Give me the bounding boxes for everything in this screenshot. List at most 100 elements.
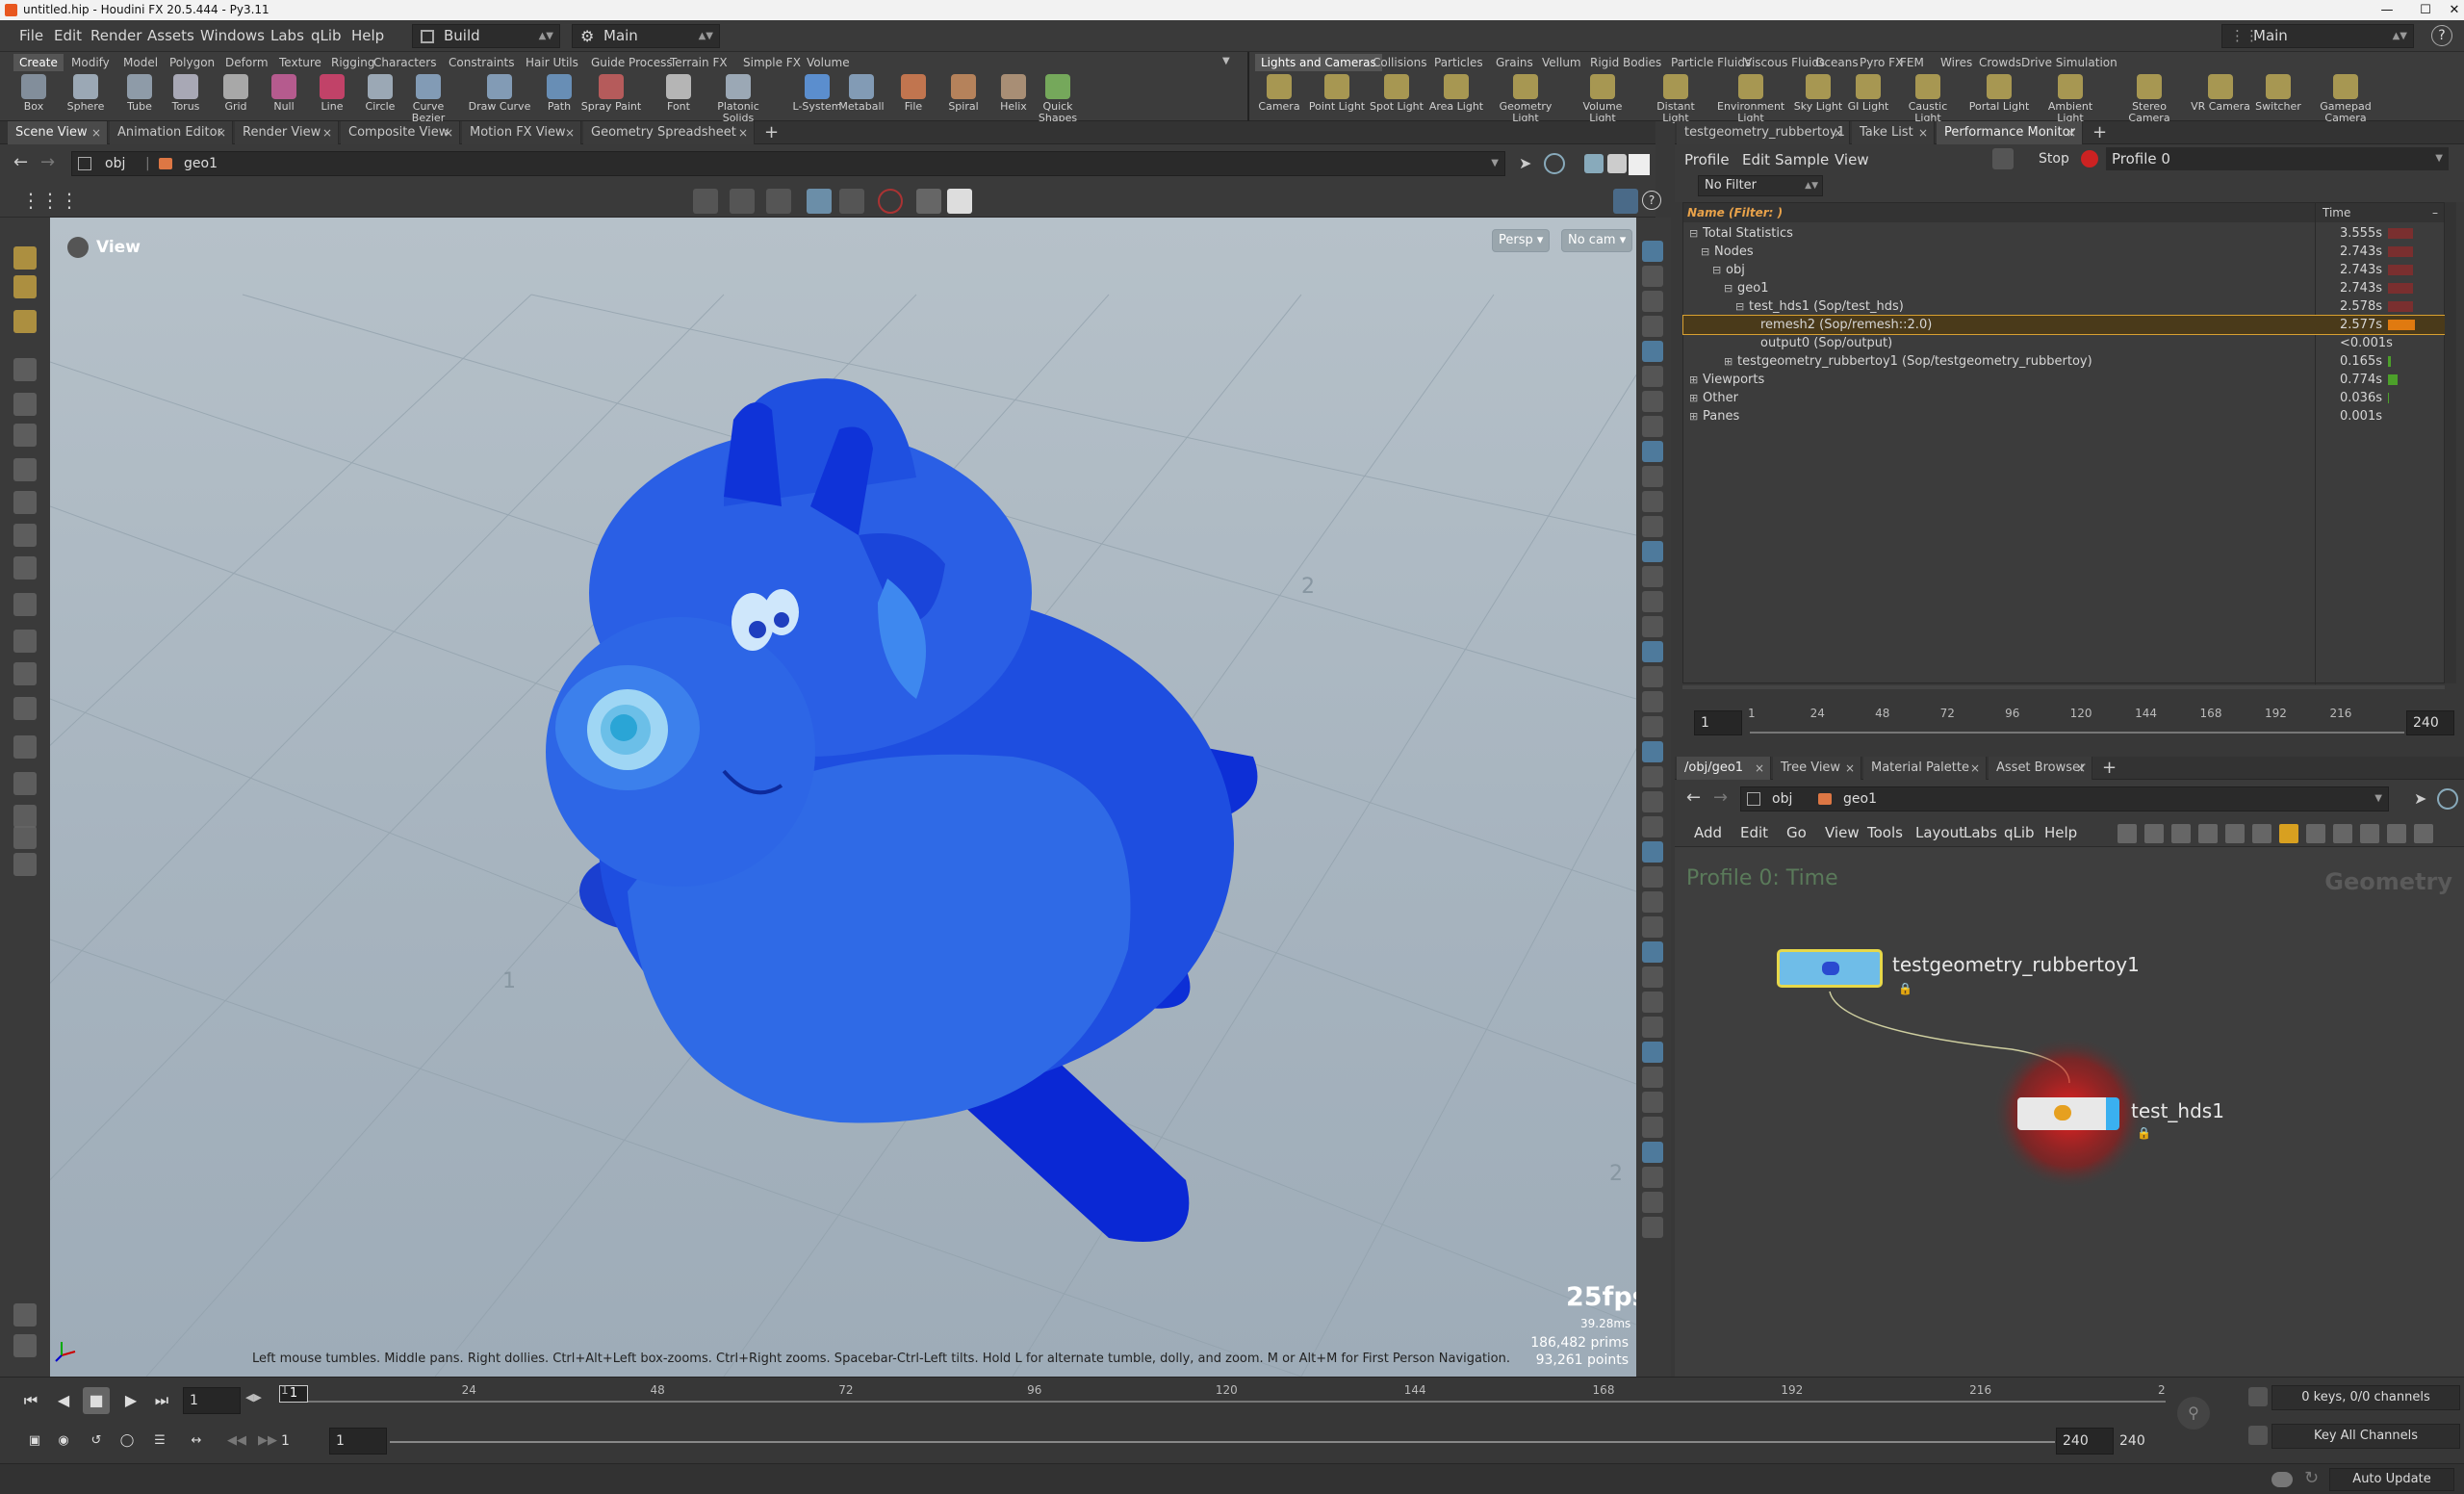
expand-toggle-icon[interactable]: ⊞ bbox=[1724, 352, 1732, 371]
scale-icon[interactable] bbox=[13, 556, 37, 580]
select-arrow-icon[interactable] bbox=[13, 358, 37, 381]
tab-asset-browser[interactable]: Asset Browser × bbox=[1989, 757, 2092, 780]
maximize-pane-icon[interactable] bbox=[1629, 154, 1650, 175]
path-root[interactable]: obj bbox=[105, 152, 125, 175]
dolly-icon[interactable] bbox=[766, 189, 791, 214]
shelf-tab-simple-fx[interactable]: Simple FX bbox=[737, 54, 807, 71]
menu-file[interactable]: File bbox=[19, 27, 43, 44]
select-all-icon[interactable] bbox=[13, 735, 37, 759]
expand-toggle-icon[interactable]: ⊞ bbox=[1689, 371, 1698, 389]
jump-start-icon[interactable]: ⏮ bbox=[17, 1387, 44, 1414]
rubber-toy-model[interactable] bbox=[546, 378, 1258, 1242]
close-tab-icon[interactable]: × bbox=[217, 121, 226, 144]
display-option-icon[interactable] bbox=[1642, 566, 1663, 587]
shelf-tab-deform[interactable]: Deform bbox=[219, 54, 274, 71]
shelf-tab-modify[interactable]: Modify bbox=[65, 54, 116, 71]
shelf-tab-hair-utils[interactable]: Hair Utils bbox=[520, 54, 584, 71]
right-context-selector[interactable]: ⋮⋮ Main ▲▼ bbox=[2221, 24, 2414, 48]
stop-render-icon[interactable] bbox=[878, 189, 903, 214]
current-frame-field[interactable]: 1 bbox=[183, 1387, 241, 1414]
net-path-root[interactable]: obj bbox=[1772, 787, 1792, 811]
tab-scene-view[interactable]: Scene View × bbox=[8, 121, 108, 144]
display-option-icon[interactable] bbox=[1642, 1167, 1663, 1188]
display-option-icon[interactable] bbox=[1642, 791, 1663, 812]
table-row[interactable]: ⊞ Other 0.036s bbox=[1683, 389, 2446, 407]
stop-profile-button[interactable]: Stop bbox=[2039, 151, 2069, 167]
shelf-tab-drive-simulation[interactable]: Drive Simulation bbox=[2015, 54, 2123, 71]
profile-selector[interactable]: Profile 0 ▼ bbox=[2106, 147, 2449, 170]
pan-icon[interactable] bbox=[730, 189, 755, 214]
desktop-selector[interactable]: Build ▲▼ bbox=[412, 24, 560, 48]
range-start-field[interactable]: 1 bbox=[329, 1428, 387, 1455]
next-key-icon[interactable]: ▶▶ bbox=[258, 1433, 277, 1448]
tab-animation-editor[interactable]: Animation Editor × bbox=[110, 121, 233, 144]
table-row[interactable]: ⊟ test_hds1 (Sop/test_hds) 2.578s bbox=[1683, 297, 2446, 316]
shelf-tool-geometry-light[interactable]: Geometry Light bbox=[1492, 74, 1559, 124]
node-testgeometry-rubbertoy[interactable] bbox=[1777, 949, 1883, 988]
node1-lock-icon[interactable]: 🔒 bbox=[1898, 982, 1912, 995]
paint-alt-icon[interactable] bbox=[13, 310, 37, 333]
prev-key-icon[interactable]: ◀◀ bbox=[227, 1433, 246, 1448]
close-tab-icon[interactable]: × bbox=[322, 121, 332, 144]
shelf-tool-gamepad-camera[interactable]: Gamepad Camera bbox=[2312, 74, 2379, 124]
window-icon[interactable] bbox=[1607, 154, 1627, 173]
close-tab-icon[interactable]: × bbox=[1755, 757, 1764, 780]
close-tab-icon[interactable]: × bbox=[1918, 121, 1928, 144]
realtime-icon[interactable]: ▣ bbox=[21, 1428, 48, 1455]
jump-end-icon[interactable]: ⏭ bbox=[148, 1387, 175, 1414]
table-row[interactable]: ⊞ testgeometry_rubbertoy1 (Sop/testgeomet… bbox=[1683, 352, 2446, 371]
shelf-tool-caustic-light[interactable]: Caustic Light bbox=[1894, 74, 1962, 124]
loop-icon[interactable] bbox=[13, 630, 37, 653]
slider-start-field[interactable]: 1 bbox=[1694, 710, 1742, 735]
expand-toggle-icon[interactable]: ⊞ bbox=[1689, 389, 1698, 407]
menu-edit[interactable]: Edit bbox=[54, 27, 82, 44]
key-step-icon[interactable]: ↔ bbox=[183, 1428, 210, 1455]
display-option-icon[interactable] bbox=[1642, 866, 1663, 888]
shelf-tool-draw-curve[interactable]: Draw Curve bbox=[466, 74, 533, 113]
shelf-tool-ambient-light[interactable]: Ambient Light bbox=[2037, 74, 2104, 124]
display-option-icon[interactable] bbox=[1642, 691, 1663, 712]
shading-icon[interactable] bbox=[807, 189, 832, 214]
shelf-tab-rigid-bodies[interactable]: Rigid Bodies bbox=[1584, 54, 1667, 71]
camera-view-icon[interactable] bbox=[916, 189, 941, 214]
shelf-tab-wires[interactable]: Wires bbox=[1935, 54, 1978, 71]
range-slider[interactable] bbox=[390, 1441, 2055, 1443]
net-path-field[interactable]: obj geo1 ▼ bbox=[1740, 786, 2389, 811]
magnet-icon[interactable] bbox=[13, 662, 37, 685]
network-tool-icon[interactable] bbox=[2414, 824, 2433, 843]
viewport-canvas[interactable]: 2 1 1 2 bbox=[50, 218, 1636, 1377]
context-selector[interactable]: ⚙ Main ▲▼ bbox=[572, 24, 720, 48]
key-icon[interactable] bbox=[2248, 1426, 2268, 1445]
network-editor[interactable]: Profile 0: Time Geometry testgeometry_ru… bbox=[1675, 847, 2464, 1377]
audio-icon[interactable]: ◉ bbox=[50, 1428, 77, 1455]
network-tool-icon[interactable] bbox=[2171, 824, 2191, 843]
morph-icon[interactable] bbox=[13, 805, 37, 828]
stop-icon[interactable]: ■ bbox=[83, 1387, 110, 1414]
display-option-icon[interactable] bbox=[1642, 666, 1663, 687]
net-menu-edit[interactable]: Edit bbox=[1740, 824, 1768, 841]
add-tab-icon[interactable]: + bbox=[764, 121, 779, 144]
shelf-tool-distant-light[interactable]: Distant Light bbox=[1642, 74, 1709, 124]
tab-performance-monitor[interactable]: Performance Monitor × bbox=[1937, 121, 2083, 144]
display-options-icon[interactable] bbox=[947, 189, 972, 214]
slider-track[interactable] bbox=[1750, 732, 2404, 734]
tab-tree-view[interactable]: Tree View × bbox=[1773, 757, 1861, 780]
display-option-icon[interactable] bbox=[1642, 541, 1663, 562]
display-option-icon[interactable] bbox=[1642, 441, 1663, 462]
time-column-header[interactable]: Time bbox=[2323, 203, 2350, 222]
display-option-icon[interactable] bbox=[1642, 966, 1663, 988]
shelf-tab-particles[interactable]: Particles bbox=[1428, 54, 1489, 71]
display-option-icon[interactable] bbox=[1642, 841, 1663, 863]
shelf-tool-curve-bezier[interactable]: Curve Bezier bbox=[395, 74, 462, 124]
display-option-icon[interactable] bbox=[1642, 992, 1663, 1013]
display-option-icon[interactable] bbox=[1642, 716, 1663, 737]
tab-motion-fx-view[interactable]: Motion FX View × bbox=[462, 121, 581, 144]
shelf-menu-arrow-icon[interactable]: ▼ bbox=[1222, 56, 1230, 66]
menu-labs[interactable]: Labs bbox=[270, 27, 304, 44]
shape-icon[interactable] bbox=[13, 853, 37, 876]
display-option-icon[interactable] bbox=[1642, 1142, 1663, 1163]
menu-profile[interactable]: Profile bbox=[1684, 151, 1730, 168]
auto-key-icon[interactable]: ⚲ bbox=[2177, 1397, 2210, 1430]
shelf-tab-volume[interactable]: Volume bbox=[801, 54, 856, 71]
frame-step-arrows[interactable]: ◀▶ bbox=[245, 1391, 262, 1404]
